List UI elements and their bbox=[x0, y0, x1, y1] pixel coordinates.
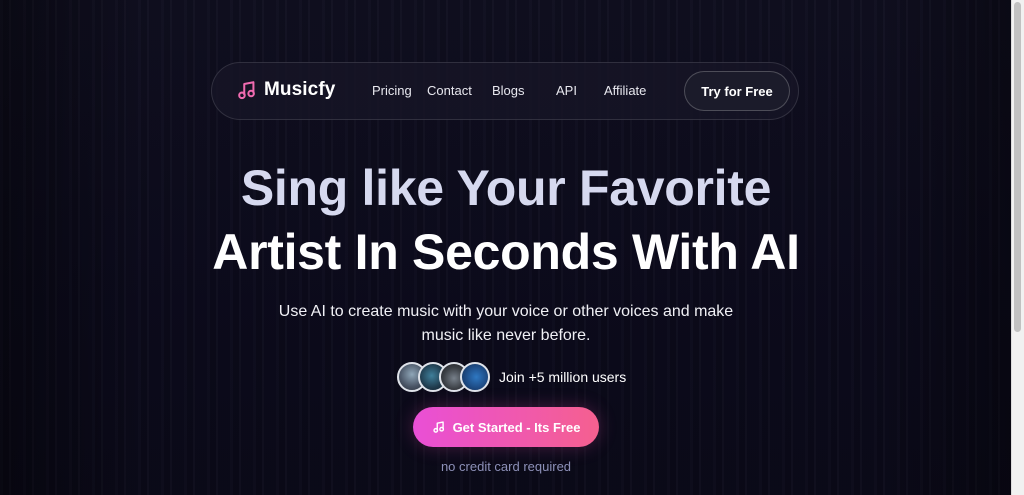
avatar bbox=[460, 362, 490, 392]
get-started-label: Get Started - Its Free bbox=[452, 419, 581, 435]
navbar: Musicfy Pricing Contact Blogs API Affili… bbox=[211, 62, 799, 120]
no-credit-card-note: no credit card required bbox=[440, 459, 572, 474]
nav-link-affiliate[interactable]: Affiliate bbox=[604, 83, 646, 98]
nav-link-pricing[interactable]: Pricing bbox=[372, 83, 412, 98]
users-count-text: Join +5 million users bbox=[499, 369, 627, 385]
user-avatars bbox=[397, 362, 491, 392]
try-for-free-button[interactable]: Try for Free bbox=[684, 71, 790, 111]
get-started-button[interactable]: Get Started - Its Free bbox=[413, 407, 599, 447]
hero-title-line-1: Sing like Your Favorite bbox=[240, 160, 772, 216]
nav-link-contact[interactable]: Contact bbox=[427, 83, 472, 98]
vertical-scrollbar[interactable] bbox=[1011, 0, 1024, 495]
hero-subtitle: Use AI to create music with your voice o… bbox=[278, 303, 734, 344]
hero-title-line-2: Artist In Seconds With AI bbox=[212, 224, 800, 280]
social-proof: Join +5 million users bbox=[397, 362, 626, 392]
music-note-icon bbox=[432, 421, 444, 433]
landing-page: Musicfy Pricing Contact Blogs API Affili… bbox=[0, 0, 1024, 495]
scrollbar-thumb[interactable] bbox=[1014, 2, 1021, 332]
nav-link-blogs[interactable]: Blogs bbox=[492, 83, 525, 98]
brand-name: Musicfy bbox=[264, 79, 336, 100]
brand-logo[interactable]: Musicfy bbox=[236, 79, 335, 101]
music-note-icon bbox=[238, 81, 255, 100]
nav-link-api[interactable]: API bbox=[556, 83, 577, 98]
